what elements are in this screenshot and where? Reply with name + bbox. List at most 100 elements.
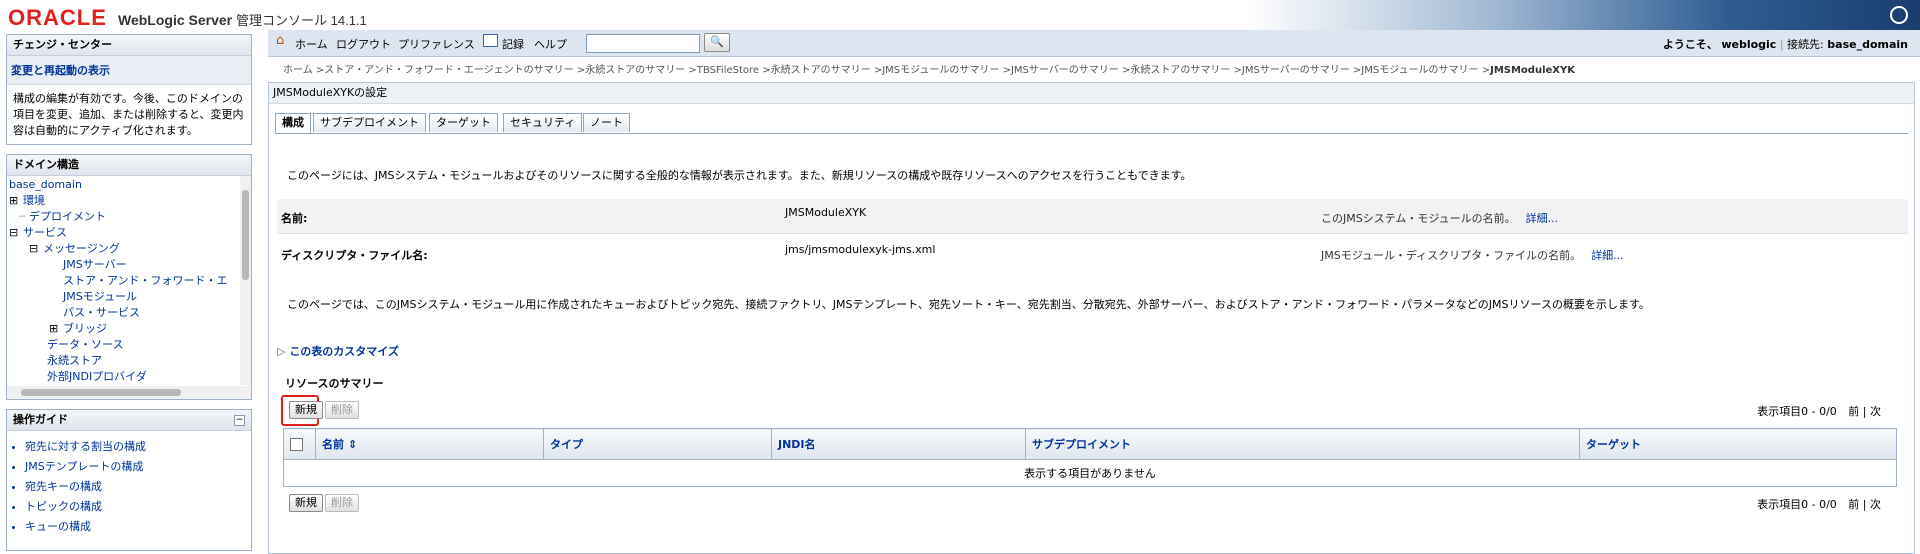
- pager-text: 表示項目0 - 0/0: [1757, 405, 1837, 418]
- tree-node-base-domain[interactable]: base_domain: [9, 178, 82, 192]
- guide-link[interactable]: トピックの構成: [25, 497, 251, 517]
- next-link[interactable]: 次: [1870, 405, 1881, 418]
- customize-table-link[interactable]: ▷ この表のカスタマイズ: [277, 343, 399, 359]
- record-link[interactable]: 記録: [502, 36, 524, 52]
- tree-node-path-services[interactable]: パス・サービス: [63, 306, 140, 320]
- summary-text: このページでは、このJMSシステム・モジュール用に作成されたキューおよびトピック…: [287, 298, 1650, 311]
- tree-node-saf-agents[interactable]: ストア・アンド・フォワード・エ: [63, 274, 228, 288]
- expand-icon[interactable]: ⊞: [9, 194, 18, 208]
- intro-text: このページには、JMSシステム・モジュールおよびそのリソースに関する全般的な情報…: [287, 169, 1192, 182]
- product-subtitle: 管理コンソール 14.1.1: [236, 13, 367, 28]
- tab-targets[interactable]: ターゲット: [429, 113, 498, 132]
- tree-node-deployments[interactable]: デプロイメント: [29, 210, 106, 224]
- change-center-panel: チェンジ・センター 変更と再起動の表示 構成の編集が有効です。今後、このドメイン…: [6, 34, 252, 145]
- content-panel: JMSModuleXYKの設定 構成 サブデプロイメント ターゲット セキュリテ…: [268, 82, 1915, 554]
- scroll-thumb[interactable]: [21, 389, 181, 396]
- delete-button-bottom[interactable]: 削除: [325, 494, 359, 512]
- empty-message: 表示する項目がありません: [283, 459, 1897, 487]
- tree-vertical-scrollbar[interactable]: [240, 176, 251, 385]
- record-icon[interactable]: [483, 34, 498, 47]
- tree-node-jms-modules[interactable]: JMSモジュール: [63, 290, 137, 304]
- breadcrumb-current: JMSModuleXYK: [1490, 65, 1575, 76]
- breadcrumb-path[interactable]: ホーム >ストア・アンド・フォワード・エージェントのサマリー >永続ストアのサマ…: [283, 65, 1490, 76]
- tree-node-foreign-jndi[interactable]: 外部JNDIプロバイダ: [47, 370, 147, 384]
- resources-table: 名前 ⇕ タイプ JNDI名 サブデプロイメント ターゲット 表示する項目があり…: [283, 428, 1897, 487]
- guide-link[interactable]: 宛先キーの構成: [25, 477, 251, 497]
- change-center-title: チェンジ・センター: [7, 35, 251, 56]
- domain-name: base_domain: [1827, 38, 1908, 51]
- tree-line: ┄: [19, 210, 26, 223]
- preferences-link[interactable]: プリファレンス: [398, 36, 475, 52]
- resources-title: リソースのサマリー: [285, 377, 384, 390]
- breadcrumb[interactable]: ホーム >ストア・アンド・フォワード・エージェントのサマリー >永続ストアのサマ…: [283, 61, 1575, 76]
- select-all-checkbox[interactable]: [290, 437, 303, 451]
- name-hint-text: このJMSシステム・モジュールの名前。: [1321, 212, 1516, 225]
- descriptor-value: jms/jmsmodulexyk-jms.xml: [785, 243, 936, 256]
- globe-icon[interactable]: [1890, 6, 1908, 24]
- expand-icon[interactable]: ⊞: [49, 322, 58, 336]
- global-menu-bar: ⌂ ホーム ログアウト プリファレンス 記録 ヘルプ 🔍 ようこそ、 weblo…: [268, 30, 1920, 57]
- sort-icon[interactable]: ⇕: [348, 438, 357, 451]
- tab-security[interactable]: セキュリティ: [503, 113, 583, 132]
- product-title: WebLogic Server 管理コンソール 14.1.1: [118, 10, 367, 29]
- tree-node-persistent-stores[interactable]: 永続ストア: [47, 354, 102, 368]
- view-changes-link[interactable]: 変更と再起動の表示: [7, 56, 251, 85]
- descriptor-more-link[interactable]: 詳細...: [1591, 249, 1624, 262]
- collapse-icon[interactable]: ⊟: [9, 226, 18, 240]
- select-all-column: [283, 428, 316, 460]
- guide-link[interactable]: 宛先に対する割当の構成: [25, 437, 251, 457]
- column-type[interactable]: タイプ: [543, 428, 772, 460]
- pager-top: 表示項目0 - 0/0 前 | 次: [1757, 405, 1881, 418]
- column-subdeployment[interactable]: サブデプロイメント: [1025, 428, 1580, 460]
- new-button-bottom[interactable]: 新規: [289, 494, 323, 512]
- tab-divider: [275, 133, 1908, 134]
- oracle-logo: ORACLE: [8, 5, 107, 30]
- domain-structure-title: ドメイン構造: [7, 155, 251, 176]
- column-name[interactable]: 名前 ⇕: [315, 428, 544, 460]
- scroll-thumb[interactable]: [242, 190, 249, 280]
- descriptor-row: ディスクリプタ・ファイル名: jms/jmsmodulexyk-jms.xml …: [277, 236, 1908, 270]
- prev-link[interactable]: 前: [1848, 498, 1859, 511]
- pager-text: 表示項目0 - 0/0: [1757, 498, 1837, 511]
- tree-node-environment[interactable]: 環境: [23, 194, 45, 208]
- name-value: JMSModuleXYK: [785, 206, 867, 219]
- column-targets[interactable]: ターゲット: [1579, 428, 1897, 460]
- connected-label: 接続先:: [1787, 38, 1824, 51]
- help-link[interactable]: ヘルプ: [534, 36, 567, 52]
- delete-button[interactable]: 削除: [325, 401, 359, 419]
- name-more-link[interactable]: 詳細...: [1526, 212, 1559, 225]
- tree-node-data-sources[interactable]: データ・ソース: [47, 338, 123, 352]
- user-name: weblogic: [1721, 38, 1777, 51]
- new-button[interactable]: 新規: [289, 401, 323, 419]
- tab-subdeployments[interactable]: サブデプロイメント: [313, 113, 426, 132]
- column-name-label[interactable]: 名前: [322, 438, 344, 451]
- tree-node-bridges[interactable]: ブリッジ: [63, 322, 107, 336]
- prev-link[interactable]: 前: [1848, 405, 1859, 418]
- search-button[interactable]: 🔍: [704, 33, 730, 52]
- customize-table-text[interactable]: この表のカスタマイズ: [289, 345, 399, 358]
- descriptor-label: ディスクリプタ・ファイル名:: [281, 249, 428, 262]
- name-hint: このJMSシステム・モジュールの名前。 詳細...: [1321, 210, 1558, 226]
- tree-horizontal-scrollbar[interactable]: [7, 386, 251, 399]
- guide-link[interactable]: JMSテンプレートの構成: [25, 457, 251, 477]
- how-do-i-panel: 操作ガイド − 宛先に対する割当の構成 JMSテンプレートの構成 宛先キーの構成…: [6, 409, 252, 551]
- tree-node-services[interactable]: サービス: [23, 226, 67, 240]
- next-link[interactable]: 次: [1870, 498, 1881, 511]
- domain-tree: base_domain ⊞ 環境 ┄ デプロイメント ⊟ サービス ⊟ メッセー…: [7, 176, 239, 385]
- minimize-icon[interactable]: −: [234, 415, 245, 426]
- change-center-message: 構成の編集が有効です。今後、このドメインの項目を変更、追加、または削除すると、変…: [13, 92, 244, 137]
- column-jndi[interactable]: JNDI名: [771, 428, 1026, 460]
- tree-node-jms-servers[interactable]: JMSサーバー: [63, 258, 127, 272]
- table-header-row: 名前 ⇕ タイプ JNDI名 サブデプロイメント ターゲット: [283, 428, 1897, 460]
- home-icon[interactable]: ⌂: [276, 33, 284, 48]
- home-link[interactable]: ホーム: [295, 36, 328, 52]
- pager-bottom: 表示項目0 - 0/0 前 | 次: [1757, 498, 1881, 511]
- search-input[interactable]: [586, 34, 700, 53]
- tab-notes[interactable]: ノート: [583, 113, 630, 132]
- tree-node-messaging[interactable]: メッセージング: [43, 242, 120, 256]
- tab-configuration[interactable]: 構成: [275, 113, 311, 134]
- logout-link[interactable]: ログアウト: [336, 36, 391, 52]
- collapse-icon[interactable]: ⊟: [29, 242, 38, 256]
- guide-link[interactable]: キューの構成: [25, 517, 251, 537]
- how-do-i-title: 操作ガイド: [7, 410, 251, 431]
